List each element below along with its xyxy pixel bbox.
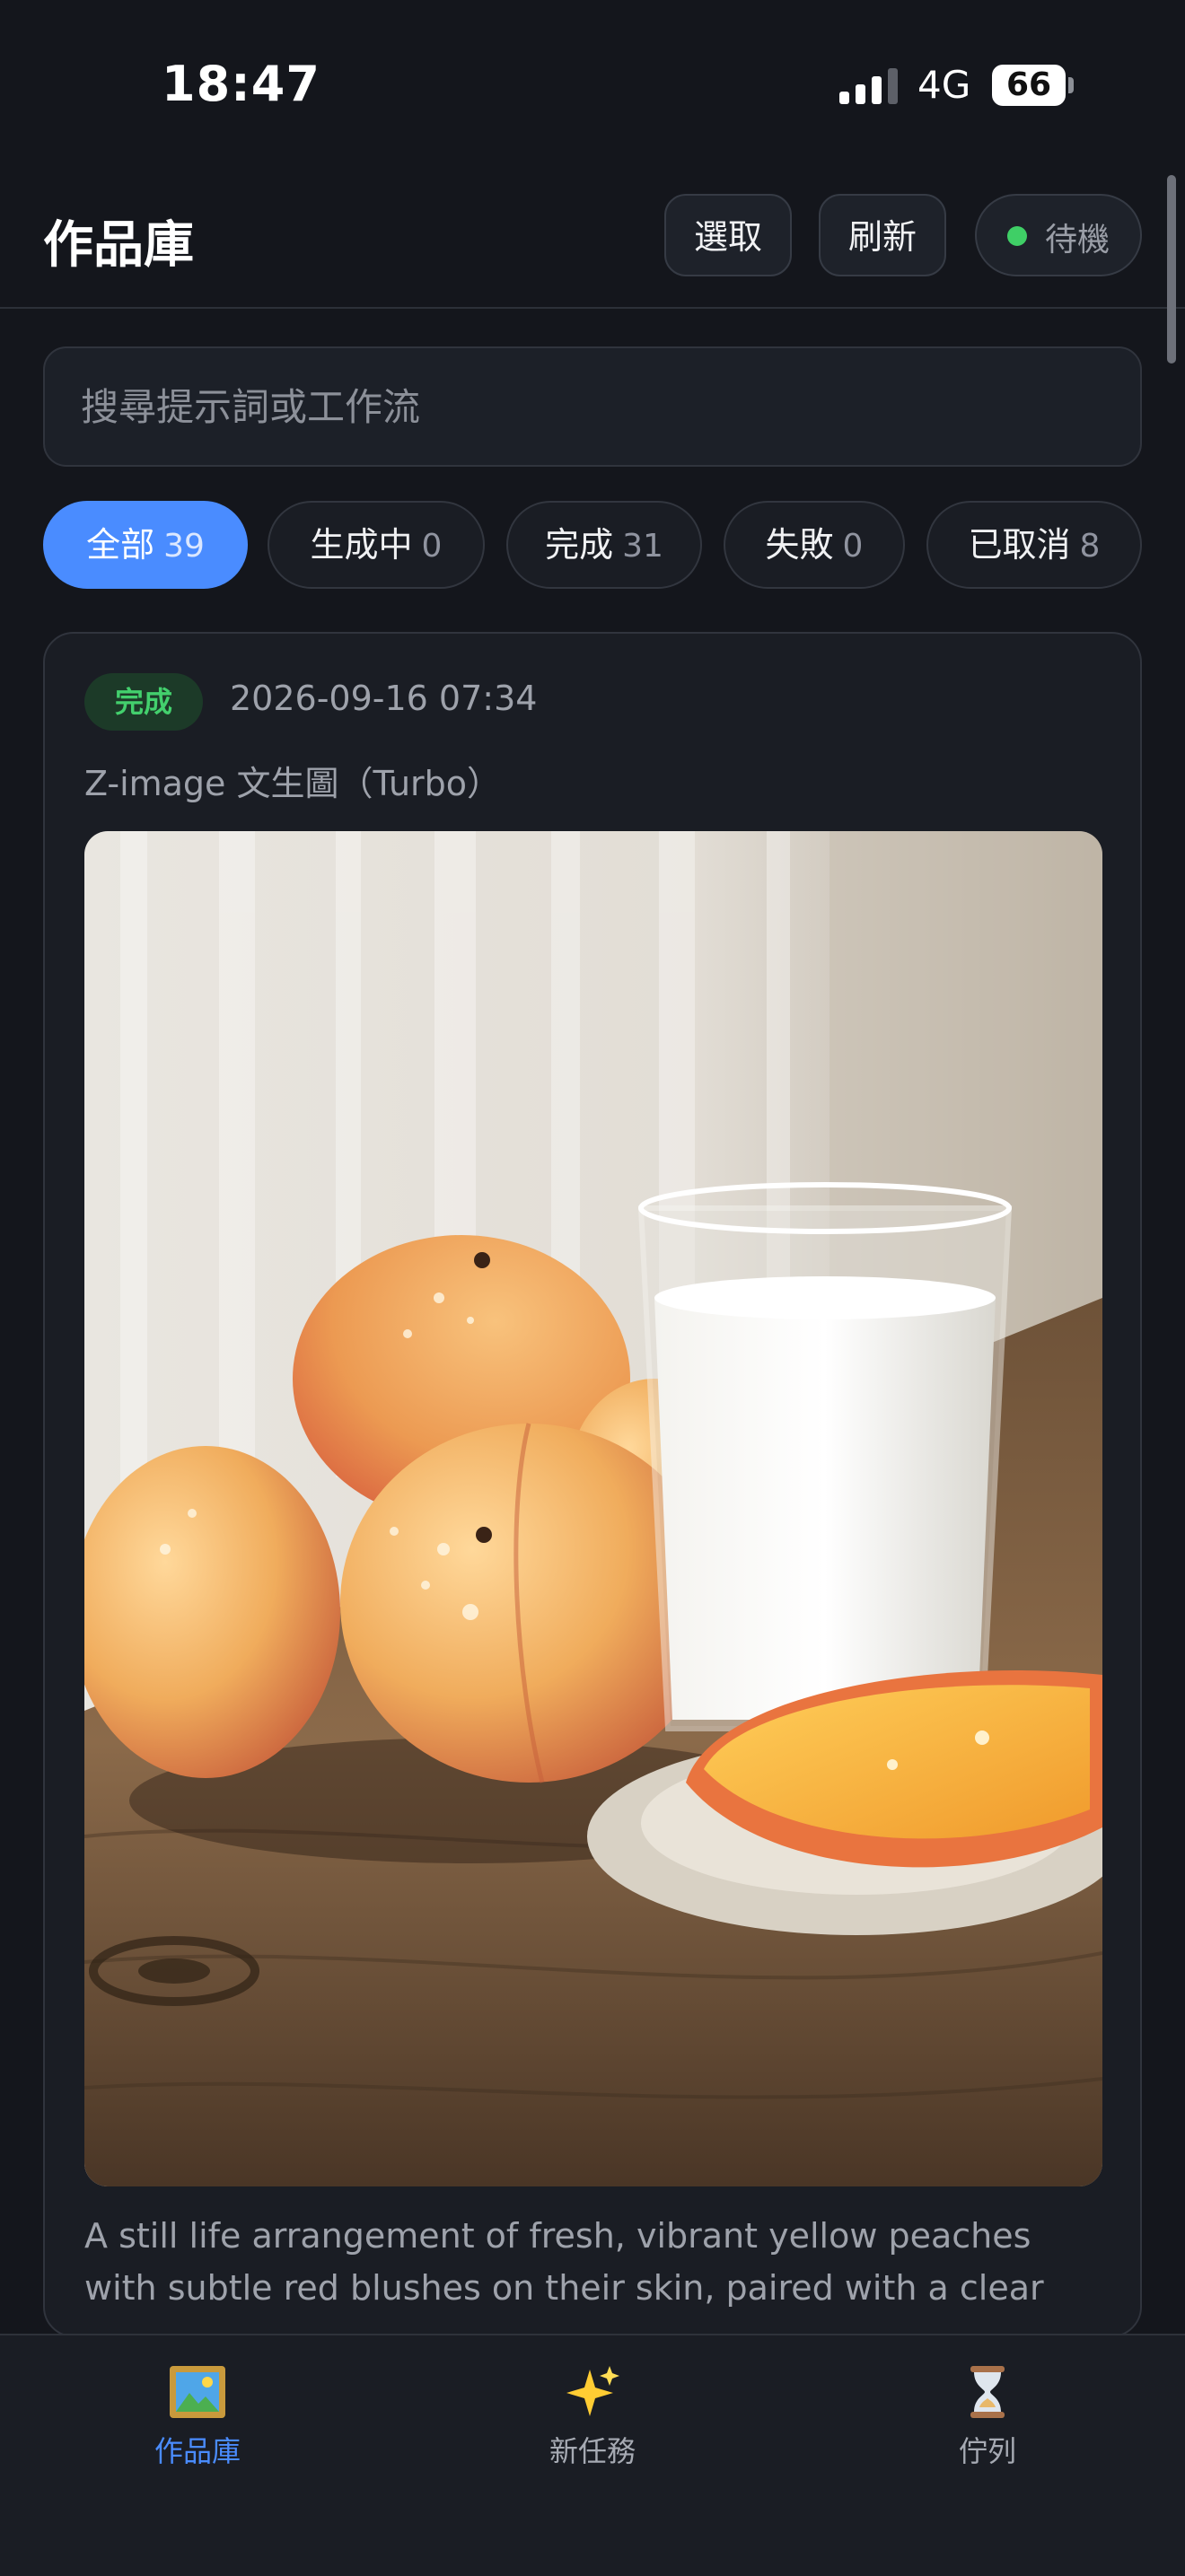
signal-icon bbox=[839, 68, 898, 104]
tab-new-task-label: 新任務 bbox=[549, 2434, 636, 2468]
status-bar: 18:47 4G 66 bbox=[0, 0, 1185, 153]
filter-chip-count: 39 bbox=[163, 528, 205, 565]
status-time: 18:47 bbox=[162, 56, 320, 112]
search-input[interactable] bbox=[79, 348, 1106, 467]
filter-chip-all[interactable]: 全部 39 bbox=[43, 501, 248, 589]
status-dot-icon bbox=[1007, 226, 1027, 246]
tab-gallery[interactable]: 作品庫 bbox=[108, 2362, 287, 2470]
tab-gallery-label: 作品庫 bbox=[154, 2434, 241, 2468]
header: 作品庫 選取 刷新 待機 bbox=[0, 153, 1185, 309]
filter-chip-count: 0 bbox=[842, 528, 864, 565]
filter-chip-generating[interactable]: 生成中 0 bbox=[268, 501, 485, 589]
filter-chip-cancelled[interactable]: 已取消 8 bbox=[926, 501, 1142, 589]
battery-cap bbox=[1068, 77, 1074, 93]
filter-chip-count: 0 bbox=[421, 528, 443, 565]
status-badge: 完成 bbox=[84, 673, 203, 731]
filter-chip-label: 生成中 bbox=[310, 525, 413, 565]
battery-icon: 66 bbox=[992, 65, 1066, 106]
card-workflow: Z-image 文生圖（Turbo） bbox=[84, 764, 502, 803]
card-prompt: A still life arrangement of fresh, vibra… bbox=[84, 2216, 1044, 2308]
tab-queue-label: 佇列 bbox=[958, 2434, 1016, 2468]
server-status-badge: 待機 bbox=[975, 194, 1142, 276]
filter-chip-completed[interactable]: 完成 31 bbox=[506, 501, 702, 589]
page-title: 作品庫 bbox=[43, 216, 194, 275]
bottom-tab-bar: 作品庫 新任務 佇列 bbox=[0, 2334, 1185, 2576]
generated-image[interactable] bbox=[84, 831, 1102, 2186]
filter-chip-label: 完成 bbox=[545, 525, 614, 565]
filter-chip-label: 全部 bbox=[86, 525, 155, 565]
filter-chip-label: 失敗 bbox=[765, 525, 834, 565]
refresh-button[interactable]: 刷新 bbox=[819, 194, 946, 276]
filter-chip-count: 31 bbox=[622, 528, 663, 565]
scrollbar[interactable] bbox=[1167, 175, 1176, 364]
server-status-label: 待機 bbox=[1045, 222, 1110, 258]
peaches-milk-image bbox=[84, 831, 1102, 2186]
network-type: 4G bbox=[917, 63, 971, 107]
filter-chip-failed[interactable]: 失敗 0 bbox=[724, 501, 905, 589]
select-button[interactable]: 選取 bbox=[664, 194, 792, 276]
filter-chip-count: 8 bbox=[1079, 528, 1101, 565]
gallery-card[interactable]: 完成 2026-09-16 07:34 Z-image 文生圖（Turbo） A… bbox=[43, 632, 1142, 2337]
hourglass-icon bbox=[970, 2366, 1005, 2418]
filter-chip-label: 已取消 bbox=[968, 525, 1071, 565]
sparkles-icon bbox=[566, 2366, 619, 2416]
framed-picture-icon bbox=[170, 2366, 225, 2418]
tab-queue[interactable]: 佇列 bbox=[898, 2362, 1077, 2470]
card-timestamp: 2026-09-16 07:34 bbox=[230, 679, 538, 718]
tab-new-task[interactable]: 新任務 bbox=[503, 2362, 682, 2470]
search-box bbox=[43, 346, 1142, 467]
